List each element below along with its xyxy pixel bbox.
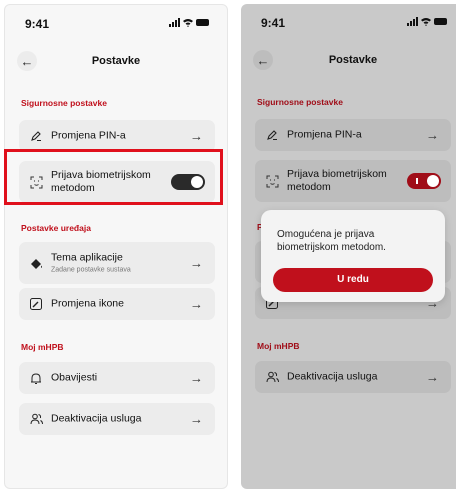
- dialog-message: Omogućena je prijava biometrijskom metod…: [277, 229, 386, 253]
- app-icon: [29, 297, 43, 311]
- arrow-right-icon: →: [190, 370, 203, 386]
- page-title: Postavke: [91, 55, 141, 67]
- theme-sublabel: Zadane postavke sustava: [51, 266, 131, 274]
- biometric-item: Prijava biometrijskom metodom: [255, 160, 451, 202]
- battery-icon: [196, 19, 209, 26]
- status-bar: 9:41: [19, 17, 213, 31]
- wifi-icon: [421, 18, 431, 26]
- status-icons: [407, 17, 447, 26]
- arrow-right-icon: →: [190, 128, 203, 144]
- section-mymhpb: Moj mHPB: [257, 341, 300, 351]
- notifications-item[interactable]: Obavijesti →: [19, 362, 215, 394]
- face-id-icon: [265, 174, 279, 188]
- toggle-on-mark: [416, 178, 418, 184]
- users-icon: [29, 412, 43, 426]
- arrow-right-icon: →: [190, 255, 203, 271]
- notifications-label: Obavijesti: [51, 371, 98, 384]
- biometric-label-line1: Prijava biometrijskom: [287, 168, 387, 180]
- confirmation-dialog: Omogućena je prijava biometrijskom metod…: [261, 210, 445, 302]
- header: ← Postavke: [5, 49, 227, 73]
- arrow-right-icon: →: [426, 369, 439, 385]
- biometric-label-line2: metodom: [287, 181, 331, 193]
- users-icon: [265, 370, 279, 384]
- deactivate-label: Deaktivacija usluga: [287, 370, 378, 383]
- page-title: Postavke: [328, 54, 378, 66]
- pen-icon: [265, 128, 279, 142]
- biometric-label: Prijava biometrijskom metodom: [287, 168, 387, 194]
- signal-icon: [169, 18, 180, 27]
- signal-icon: [407, 17, 418, 26]
- deactivate-item[interactable]: Deaktivacija usluga →: [19, 403, 215, 435]
- section-mymhpb: Moj mHPB: [21, 342, 64, 352]
- ok-button[interactable]: U redu: [273, 268, 433, 292]
- deactivate-label: Deaktivacija usluga: [51, 412, 142, 425]
- paint-bucket-icon: [29, 256, 43, 270]
- left-screen: 9:41 ← Postavke Sigurnosne postavke Prom…: [4, 4, 228, 489]
- pin-change-label: Promjena PIN-a: [287, 128, 362, 141]
- pin-change-label: Promjena PIN-a: [51, 129, 126, 142]
- icon-change-item[interactable]: Promjena ikone →: [19, 288, 215, 320]
- wifi-icon: [183, 19, 193, 27]
- theme-item[interactable]: Tema aplikacije Zadane postavke sustava →: [19, 242, 215, 284]
- status-icons: [169, 18, 209, 27]
- deactivate-item[interactable]: Deaktivacija usluga →: [255, 361, 451, 393]
- pin-change-item[interactable]: Promjena PIN-a →: [19, 120, 215, 152]
- highlight-box: [4, 149, 223, 205]
- arrow-right-icon: →: [190, 296, 203, 312]
- bell-icon: [29, 371, 43, 385]
- status-time: 9:41: [261, 16, 286, 30]
- biometric-toggle[interactable]: [407, 173, 441, 189]
- icon-change-label: Promjena ikone: [51, 297, 124, 310]
- section-device: Postavke uređaja: [21, 223, 91, 233]
- theme-label: Tema aplikacije Zadane postavke sustava: [51, 252, 131, 275]
- pin-change-item[interactable]: Promjena PIN-a →: [255, 119, 451, 151]
- header: ← Postavke: [241, 48, 456, 72]
- pen-icon: [29, 129, 43, 143]
- status-time: 9:41: [25, 17, 50, 31]
- theme-title: Tema aplikacije: [51, 251, 123, 264]
- battery-icon: [434, 18, 447, 25]
- toggle-knob: [427, 175, 439, 187]
- status-bar: 9:41: [255, 16, 451, 30]
- arrow-right-icon: →: [426, 127, 439, 143]
- arrow-right-icon: →: [190, 411, 203, 427]
- section-security: Sigurnosne postavke: [257, 97, 343, 107]
- section-security: Sigurnosne postavke: [21, 98, 107, 108]
